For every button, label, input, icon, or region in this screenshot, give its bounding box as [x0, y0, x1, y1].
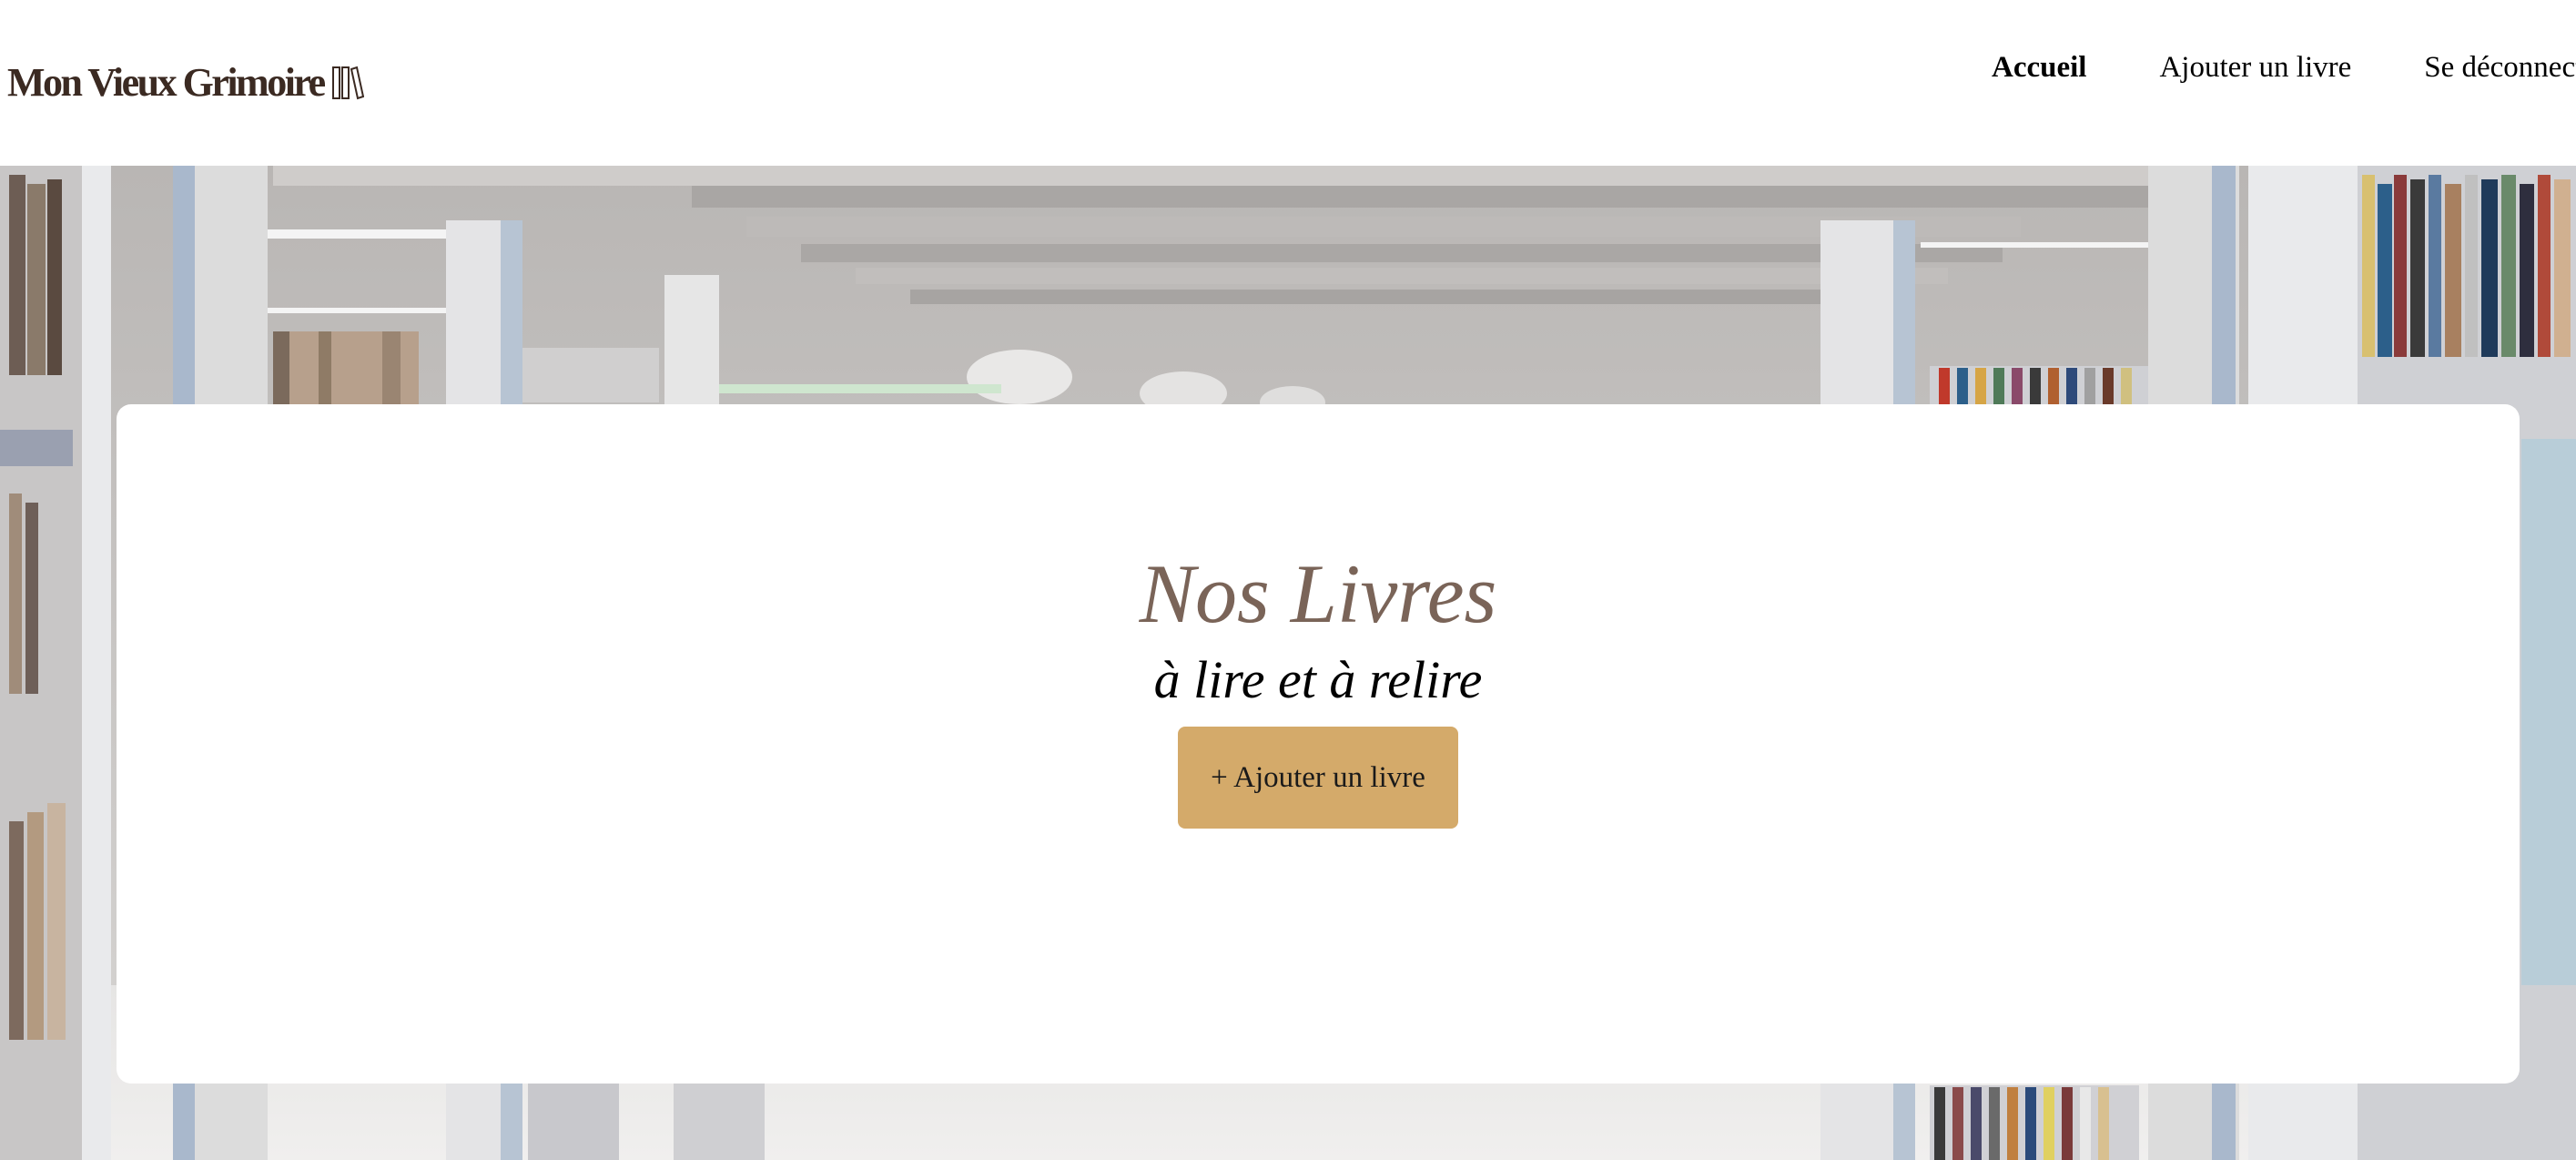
site-header: Mon Vieux Grimoire Accueil Ajouter un li… — [0, 0, 2576, 166]
books-icon — [331, 64, 364, 100]
add-book-button[interactable]: + Ajouter un livre — [1178, 727, 1458, 829]
nav-home-link[interactable]: Accueil — [1992, 51, 2086, 85]
hero-card: Nos Livres à lire et à relire + Ajouter … — [117, 404, 2520, 1084]
nav-add-book-link[interactable]: Ajouter un livre — [2159, 51, 2351, 85]
library-banner-image: Nos Livres à lire et à relire + Ajouter … — [0, 166, 2576, 1160]
page-subtitle: à lire et à relire — [1153, 650, 1483, 709]
logo[interactable]: Mon Vieux Grimoire — [7, 56, 364, 107]
logo-text: Mon Vieux Grimoire — [7, 59, 326, 105]
page-title: Nos Livres — [1139, 547, 1497, 640]
nav-logout-link[interactable]: Se déconnecter — [2424, 51, 2576, 85]
main-nav: Accueil Ajouter un livre Se déconnecter — [1992, 51, 2576, 85]
